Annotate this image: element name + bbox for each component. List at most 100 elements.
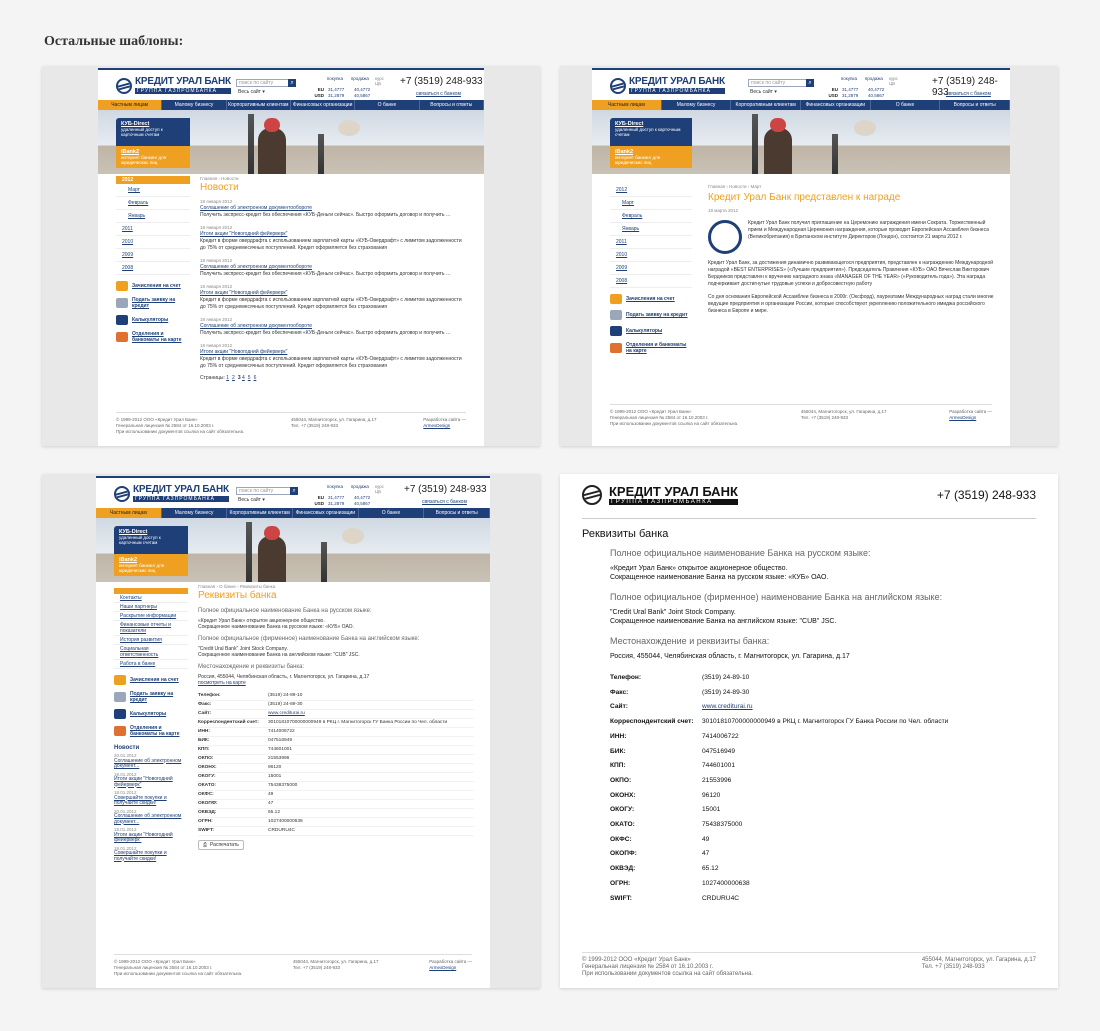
service-calculators[interactable]: Калькуляторы [114, 709, 188, 719]
month-link[interactable]: Февраль [610, 210, 692, 223]
service-offices[interactable]: Отделения и банкоматы на карте [610, 342, 692, 354]
news-link[interactable]: Итоги акции "Новогодний фейерверк" [200, 231, 287, 237]
news-link[interactable]: Соглашение об электронном документ... [114, 758, 188, 770]
developer-link[interactable]: ArmexDesign [429, 965, 456, 970]
nav-faq[interactable]: Вопросы и ответы [940, 100, 1010, 110]
ibank-promo[interactable]: iBank2 интернет банкинг для юридических л… [116, 146, 190, 168]
news-link[interactable]: Итоги акции "Новогодний фейерверк" [114, 776, 188, 788]
requisite-value[interactable]: www.crediturai.ru [702, 700, 753, 715]
year-tab[interactable]: 2012 [116, 176, 190, 184]
print-button[interactable]: ⎙ Распечатать [198, 840, 244, 850]
page-link[interactable]: 4 [242, 375, 245, 381]
news-link[interactable]: Итоги акции "Новогодний фейерверк" [114, 832, 188, 844]
map-link[interactable]: посмотреть на карте [198, 680, 246, 686]
news-link[interactable]: Соглашение об электронном документооборо… [200, 323, 312, 329]
bank-logo[interactable]: КРЕДИТ УРАЛ БАНК ГРУППА ГАЗПРОМБАНКА [116, 77, 231, 94]
nav-small-business[interactable]: Малому бизнесу [162, 100, 227, 110]
search-icon[interactable]: ⌕ [290, 487, 298, 495]
news-link[interactable]: Соглашение об электронном документооборо… [200, 264, 312, 270]
about-menu-item[interactable]: История развития [114, 636, 188, 645]
nav-small-business[interactable]: Малому бизнесу [662, 100, 732, 110]
search-input[interactable]: поиск по сайту [236, 487, 296, 495]
month-link[interactable]: Март [116, 184, 190, 197]
nav-small-business[interactable]: Малому бизнесу [162, 508, 228, 518]
kub-direct-promo[interactable]: КУБ-Direct удаленный доступ к карточным с… [114, 526, 188, 554]
kub-direct-promo[interactable]: КУБ-Direct удаленный доступ к карточным с… [116, 118, 190, 146]
nav-corporate[interactable]: Корпоративным клиентам [227, 508, 294, 518]
ibank-promo[interactable]: iBank2 интернет банкинг для юридических л… [114, 554, 188, 576]
service-deposit[interactable]: Зачисления на счет [610, 294, 692, 304]
about-menu-item[interactable]: Раскрытие информации [114, 612, 188, 621]
month-link[interactable]: Январь [116, 210, 190, 223]
bank-logo[interactable]: КРЕДИТ УРАЛ БАНК ГРУППА ГАЗПРОМБАНКА [114, 485, 229, 502]
search-input[interactable]: поиск по сайту [236, 79, 296, 87]
nav-faq[interactable]: Вопросы и ответы [424, 508, 490, 518]
about-menu-item[interactable]: Финансовые отчеты и показатели [114, 621, 188, 636]
month-link[interactable]: Март [610, 197, 692, 210]
year-link[interactable]: 2008 [116, 262, 190, 275]
page-link[interactable]: 6 [254, 375, 257, 381]
news-link[interactable]: Итоги акции "Новогодний фейерверк" [200, 290, 287, 296]
month-link[interactable]: Февраль [116, 197, 190, 210]
news-link[interactable]: Итоги акции "Новогодний фейерверк" [200, 349, 287, 355]
about-menu-item[interactable]: Работа в банке [114, 660, 188, 669]
nav-financial[interactable]: Финансовых организации [293, 508, 359, 518]
service-calculators[interactable]: Калькуляторы [116, 315, 190, 325]
service-calculators[interactable]: Калькуляторы [610, 326, 692, 336]
year-link[interactable]: 2009 [116, 249, 190, 262]
nav-private[interactable]: Частным лицам [96, 508, 162, 518]
search-input[interactable]: поиск по сайту [748, 79, 808, 87]
requisite-label: Корреспондентский счет: [610, 718, 694, 726]
contact-bank-link[interactable]: связаться с банком [946, 91, 991, 97]
nav-about[interactable]: О банке [871, 100, 941, 110]
about-menu-item[interactable]: Контакты [114, 594, 188, 603]
page-link[interactable]: 5 [248, 375, 251, 381]
nav-private[interactable]: Частным лицам [98, 100, 163, 110]
search-scope-select[interactable]: Весь сайт ▾ [750, 89, 777, 95]
service-credit[interactable]: Подать заявку на кредит [610, 310, 692, 320]
month-link[interactable]: Январь [610, 223, 692, 236]
nav-corporate[interactable]: Корпоративным клиентам [731, 100, 802, 110]
news-link[interactable]: Совершайте покупки и получайте скидки! [114, 795, 188, 807]
news-link[interactable]: Соглашение об электронном документооборо… [200, 205, 312, 211]
year-link[interactable]: 2011 [610, 236, 692, 249]
nav-faq[interactable]: Вопросы и ответы [420, 100, 484, 110]
year-link[interactable]: 2010 [610, 249, 692, 262]
year-link[interactable]: 2008 [610, 275, 692, 288]
year-link[interactable]: 2011 [116, 223, 190, 236]
page-link[interactable]: 1 [226, 375, 229, 381]
search-icon[interactable]: ⌕ [288, 79, 296, 87]
search-scope-select[interactable]: Весь сайт ▾ [238, 89, 265, 95]
search-scope-select[interactable]: Весь сайт ▾ [238, 497, 265, 503]
kub-direct-promo[interactable]: КУБ-Direct удаленный доступ к карточным с… [610, 118, 692, 146]
year-link[interactable]: 2010 [116, 236, 190, 249]
site-header: КРЕДИТ УРАЛ БАНК ГРУППА ГАЗПРОМБАНКА поис… [96, 478, 490, 508]
ibank-promo[interactable]: iBank2 интернет банкинг для юридических л… [610, 146, 692, 168]
service-credit[interactable]: Подать заявку на кредит [114, 691, 188, 703]
developer-link[interactable]: ArmexDesign [423, 423, 450, 428]
developer-link[interactable]: ArmexDesign [949, 415, 976, 420]
search-icon[interactable]: ⌕ [806, 79, 814, 87]
contact-bank-link[interactable]: связаться с банком [416, 91, 461, 97]
service-offices[interactable]: Отделения и банкоматы на карте [116, 331, 190, 343]
about-menu-item[interactable]: Наши партнеры [114, 603, 188, 612]
bank-logo[interactable]: КРЕДИТ УРАЛ БАНК ГРУППА ГАЗПРОМБАНКА [610, 77, 725, 94]
news-link[interactable]: Совершайте покупки и получайте скидки! [114, 850, 188, 862]
nav-about[interactable]: О банке [359, 508, 425, 518]
nav-private[interactable]: Частным лицам [592, 100, 662, 110]
news-link[interactable]: Соглашение об электронном документ... [114, 813, 188, 825]
nav-about[interactable]: О банке [355, 100, 420, 110]
service-deposit[interactable]: Зачисления на счет [114, 675, 188, 685]
nav-financial[interactable]: Финансовых организации [801, 100, 871, 110]
service-offices[interactable]: Отделения и банкоматы на карте [114, 725, 188, 737]
about-menu-item[interactable]: Социальная ответственность [114, 645, 188, 660]
year-link[interactable]: 2012 [610, 184, 692, 197]
year-link[interactable]: 2009 [610, 262, 692, 275]
page-link[interactable]: 2 [232, 375, 235, 381]
nav-corporate[interactable]: Корпоративным клиентам [227, 100, 291, 110]
requisite-value[interactable]: www.crediturai.ru [268, 710, 305, 718]
contact-bank-link[interactable]: связаться с банком [422, 499, 467, 505]
nav-financial[interactable]: Финансовых организации [291, 100, 356, 110]
service-credit[interactable]: Подать заявку на кредит [116, 297, 190, 309]
service-deposit[interactable]: Зачисления на счет [116, 281, 190, 291]
